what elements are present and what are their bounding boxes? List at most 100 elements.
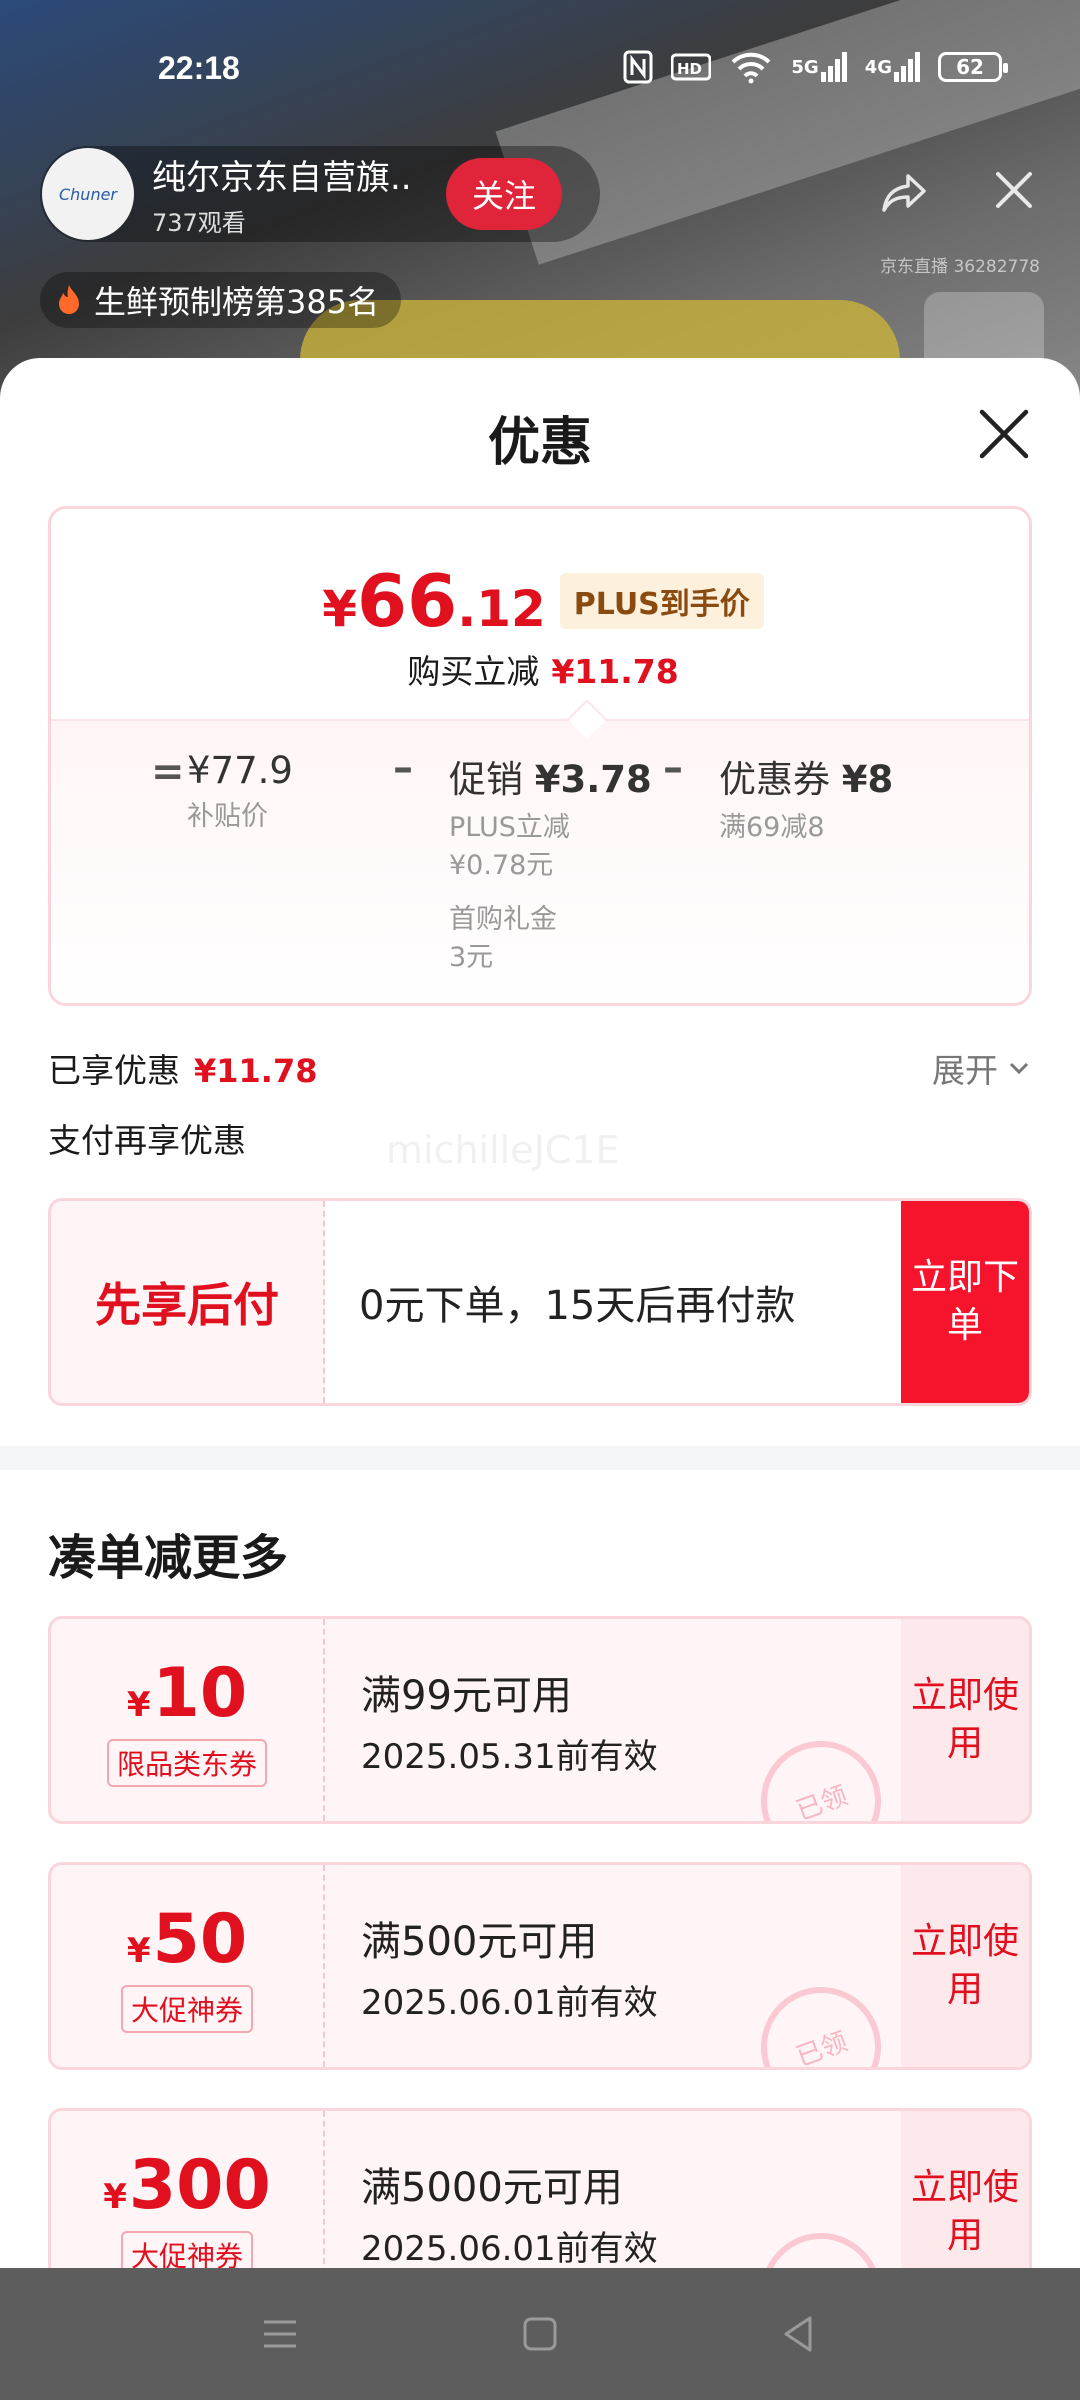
pay-more-label: 支付再享优惠 xyxy=(48,1121,246,1160)
rank-text: 生鲜预制榜第385名 xyxy=(94,283,380,321)
promo-value: ¥3.78 xyxy=(534,758,652,801)
flame-icon xyxy=(59,285,79,314)
coupon-amount-block: ¥10 限品类东券 xyxy=(51,1619,325,1821)
home-icon[interactable] xyxy=(518,2312,562,2356)
coupon-currency: ¥ xyxy=(126,1930,151,1971)
reduction-value: ¥11.78 xyxy=(551,652,679,691)
expand-button[interactable]: 展开 xyxy=(932,1044,1032,1092)
enjoyed-discount-row: 已享优惠 ¥11.78 展开 xyxy=(48,1044,1032,1100)
subsidy-price-col: ¥77.9 补贴价 xyxy=(187,749,293,836)
subsidy-label: 补贴价 xyxy=(187,801,268,832)
coupon-currency: ¥ xyxy=(126,1684,151,1725)
nfc-icon xyxy=(623,50,653,84)
equals-sign: = xyxy=(151,749,185,795)
back-icon[interactable] xyxy=(776,2312,820,2356)
system-nav-bar xyxy=(0,2268,1080,2400)
promo-row: 促销 ¥3.78 xyxy=(449,749,652,803)
use-now-button[interactable]: 立即使用 xyxy=(901,2111,1029,2268)
coupon-info: 满99元可用 2025.05.31前有效 已领 xyxy=(325,1619,901,1821)
follow-button[interactable]: 关注 xyxy=(446,158,562,230)
menu-icon[interactable] xyxy=(258,2312,302,2356)
promo-detail-first: 首购礼金 3元 xyxy=(449,901,652,977)
price-decimal: .12 xyxy=(457,580,546,638)
shop-info[interactable]: 纯尔京东自营旗.. 737观看 xyxy=(152,150,442,238)
promo-col: 促销 ¥3.78 PLUS立减 ¥0.78元 首购礼金 3元 xyxy=(449,749,652,977)
pay-later-title: 先享后付 xyxy=(51,1201,325,1403)
minus-sign: – xyxy=(663,745,683,791)
promo-detail-plus-value: ¥0.78元 xyxy=(449,850,554,881)
network-4g-label: 4G xyxy=(864,56,892,78)
enjoyed-label: 已享优惠 xyxy=(48,1051,180,1090)
shop-avatar[interactable]: Chuner xyxy=(42,148,134,240)
coupon-amount: ¥50 xyxy=(127,1900,247,1979)
hd-icon: HD xyxy=(671,50,712,84)
coupon-type-tag: 大促神券 xyxy=(120,1984,253,2033)
coupon-condition: 满5000元可用 xyxy=(361,2165,623,2211)
wifi-icon xyxy=(729,50,773,84)
minus-sign: – xyxy=(393,745,413,791)
coupon-value: 50 xyxy=(152,1899,248,1979)
svg-text:HD: HD xyxy=(677,60,702,78)
signal-5g-icon: 5G xyxy=(791,50,847,84)
live-room-id: 京东直播 36282778 xyxy=(880,257,1040,277)
price-breakdown-card: ¥ 66 .12 PLUS到手价 购买立减 ¥11.78 = ¥77.9 补贴价 … xyxy=(48,506,1032,1006)
price-currency: ¥ xyxy=(322,580,357,638)
live-shop-header[interactable]: Chuner 纯尔京东自营旗.. 737观看 关注 xyxy=(40,146,600,242)
watermark: michilleJC1E xyxy=(386,1128,620,1172)
status-time: 22:18 xyxy=(158,50,240,86)
coupon-condition: 满500元可用 xyxy=(361,1919,598,1965)
enjoyed-value: ¥11.78 xyxy=(194,1052,318,1090)
pay-later-card[interactable]: 先享后付 0元下单，15天后再付款 立即下单 xyxy=(48,1198,1032,1406)
rank-badge[interactable]: 生鲜预制榜第385名 xyxy=(40,272,402,328)
pay-later-desc: 0元下单，15天后再付款 xyxy=(325,1201,901,1403)
coupon-row: 优惠券 ¥8 xyxy=(719,749,893,803)
coupon-card[interactable]: ¥10 限品类东券 满99元可用 2025.05.31前有效 已领 立即使用 xyxy=(48,1616,1032,1824)
coupon-info: 满5000元可用 2025.06.01前有效 已领 xyxy=(325,2111,901,2268)
coupon-condition: 满99元可用 xyxy=(361,1673,572,1719)
promo-detail-plus-label: PLUS立减 xyxy=(449,812,570,843)
reduction-label: 购买立减 xyxy=(407,652,540,691)
plus-price-tag: PLUS到手价 xyxy=(559,573,764,629)
coupon-col: 优惠券 ¥8 满69减8 xyxy=(719,749,893,847)
close-icon[interactable] xyxy=(976,406,1032,462)
battery-level: 62 xyxy=(956,55,984,79)
coupon-label: 优惠券 xyxy=(719,758,830,801)
price-formula-section: = ¥77.9 补贴价 – 促销 ¥3.78 PLUS立减 ¥0.78元 首购礼金… xyxy=(51,699,1029,1003)
price-integer: 66 xyxy=(357,559,458,643)
use-now-button[interactable]: 立即使用 xyxy=(901,1619,1029,1821)
promo-label: 促销 xyxy=(449,758,523,801)
coupon-value: 300 xyxy=(128,2145,271,2225)
avatar-logo-text: Chuner xyxy=(58,184,117,204)
coupon-amount: ¥10 xyxy=(127,1654,247,1733)
coupon-value: ¥8 xyxy=(841,758,894,801)
subsidy-value: ¥77.9 xyxy=(187,749,293,792)
final-price: ¥ 66 .12 xyxy=(322,559,546,643)
promo-detail-plus: PLUS立减 ¥0.78元 xyxy=(449,809,652,885)
close-live-icon[interactable] xyxy=(992,168,1036,212)
coupon-type-tag: 大促神券 xyxy=(120,2230,253,2268)
more-discount-title: 凑单减更多 xyxy=(48,1530,289,1586)
coupon-currency: ¥ xyxy=(103,2176,127,2217)
coupon-card[interactable]: ¥50 大促神券 满500元可用 2025.06.01前有效 已领 立即使用 xyxy=(48,1862,1032,2070)
sheet-title: 优惠 xyxy=(487,413,592,473)
coupon-type-tag: 限品类东券 xyxy=(106,1738,267,1787)
promo-detail-first-value: 3元 xyxy=(449,942,494,973)
final-price-section: ¥ 66 .12 PLUS到手价 购买立减 ¥11.78 xyxy=(51,509,1029,719)
status-bar: 22:18 HD 5G 4G 62 xyxy=(0,40,1080,100)
use-now-button[interactable]: 立即使用 xyxy=(901,1865,1029,2067)
network-5g-label: 5G xyxy=(791,56,819,78)
share-icon[interactable] xyxy=(880,168,930,218)
chevron-down-icon xyxy=(1009,1062,1029,1075)
coupon-amount: ¥300 xyxy=(103,2146,271,2225)
signal-4g-icon: 4G xyxy=(865,50,920,84)
order-now-button[interactable]: 立即下单 xyxy=(901,1201,1029,1403)
coupon-info: 满500元可用 2025.06.01前有效 已领 xyxy=(325,1865,901,2067)
coupon-value: 10 xyxy=(152,1653,248,1733)
status-icons: HD 5G 4G 62 xyxy=(623,50,1008,84)
battery-icon: 62 xyxy=(938,52,1008,82)
coupon-card[interactable]: ¥300 大促神券 满5000元可用 2025.06.01前有效 已领 立即使用 xyxy=(48,2108,1032,2268)
promo-detail-first-label: 首购礼金 xyxy=(449,904,557,935)
section-divider xyxy=(0,1446,1080,1470)
expand-label: 展开 xyxy=(932,1051,998,1090)
discount-sheet: 优惠 ¥ 66 .12 PLUS到手价 购买立减 ¥11.78 = ¥77.9 xyxy=(0,358,1080,2268)
